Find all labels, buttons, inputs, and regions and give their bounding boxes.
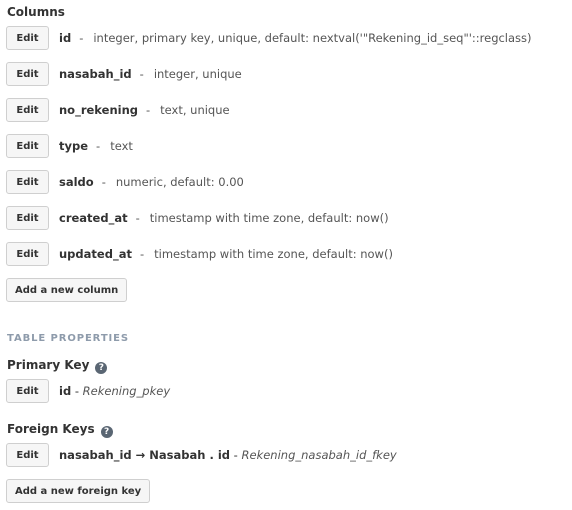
primary-key-row: Edit id - Rekening_pkey [6, 379, 170, 403]
column-description: text [110, 139, 133, 153]
column-row: Edit created_at - timestamp with time zo… [6, 206, 389, 230]
column-name: saldo [59, 175, 94, 189]
edit-column-button[interactable]: Edit [6, 134, 49, 158]
separator: - [79, 31, 84, 45]
foreign-keys-heading-label: Foreign Keys [7, 422, 95, 436]
edit-primary-key-button[interactable]: Edit [6, 379, 49, 403]
edit-column-button[interactable]: Edit [6, 206, 49, 230]
column-name: updated_at [59, 247, 132, 261]
column-description: timestamp with time zone, default: now() [149, 211, 389, 225]
column-name: id [59, 31, 72, 45]
separator: - [71, 384, 83, 398]
add-column-row: Add a new column [6, 278, 128, 302]
edit-column-button[interactable]: Edit [6, 26, 49, 50]
add-column-button[interactable]: Add a new column [6, 278, 128, 302]
foreign-key-row: Edit nasabah_id → Nasabah . id - Rekenin… [6, 443, 397, 467]
help-icon[interactable]: ? [95, 362, 108, 374]
column-description: timestamp with time zone, default: now() [154, 247, 393, 261]
separator: - [135, 211, 140, 225]
column-name: created_at [59, 211, 128, 225]
separator: - [230, 448, 242, 462]
column-description: integer, unique [153, 67, 242, 81]
primary-key-description: id - Rekening_pkey [59, 384, 170, 398]
column-row: Edit no_rekening - text, unique [6, 98, 230, 122]
column-description: text, unique [160, 103, 230, 117]
column-row: Edit updated_at - timestamp with time zo… [6, 242, 393, 266]
column-row: Edit type - text [6, 134, 133, 158]
columns-heading: Columns [7, 5, 65, 19]
foreign-key-reference: nasabah_id → Nasabah . id [59, 448, 231, 462]
edit-foreign-key-button[interactable]: Edit [6, 443, 49, 467]
separator: - [139, 67, 144, 81]
primary-key-column: id [59, 384, 72, 398]
column-description: numeric, default: 0.00 [115, 175, 244, 189]
edit-column-button[interactable]: Edit [6, 62, 49, 86]
separator: - [96, 139, 101, 153]
foreign-keys-heading: Foreign Keys? [7, 422, 113, 438]
column-row: Edit id - integer, primary key, unique, … [6, 26, 532, 50]
add-foreign-key-button[interactable]: Add a new foreign key [6, 479, 151, 503]
column-name: type [59, 139, 89, 153]
separator: - [139, 247, 145, 261]
primary-key-heading-label: Primary Key [7, 358, 90, 372]
column-row: Edit nasabah_id - integer, unique [6, 62, 242, 86]
table-properties-heading: TABLE PROPERTIES [7, 333, 130, 344]
separator: - [146, 103, 151, 117]
column-name: nasabah_id [59, 67, 132, 81]
primary-key-constraint: Rekening_pkey [82, 384, 171, 398]
foreign-key-description: nasabah_id → Nasabah . id - Rekening_nas… [59, 448, 397, 462]
column-name: no_rekening [59, 103, 138, 117]
edit-column-button[interactable]: Edit [6, 170, 49, 194]
column-description: integer, primary key, unique, default: n… [93, 31, 532, 45]
column-row: Edit saldo - numeric, default: 0.00 [6, 170, 244, 194]
primary-key-heading: Primary Key? [7, 358, 108, 374]
edit-column-button[interactable]: Edit [6, 242, 49, 266]
separator: - [101, 175, 106, 189]
edit-column-button[interactable]: Edit [6, 98, 49, 122]
add-foreign-key-row: Add a new foreign key [6, 479, 151, 503]
help-icon[interactable]: ? [100, 426, 113, 438]
foreign-key-constraint: Rekening_nasabah_id_fkey [241, 448, 397, 462]
